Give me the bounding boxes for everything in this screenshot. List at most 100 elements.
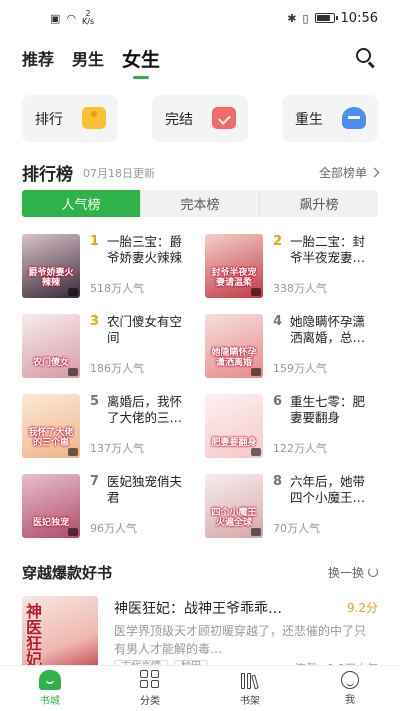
nav-label: 我	[345, 695, 355, 706]
ranking-segments: 人气榜 完本榜 飙升榜	[22, 190, 378, 217]
book-score: 9.2分	[346, 601, 378, 615]
audio-badge-icon	[68, 528, 78, 536]
book-title: 六年后，她带四个小魔王…	[290, 474, 366, 505]
refresh-button[interactable]: 换一换	[328, 564, 378, 581]
rank-number: 8	[273, 474, 283, 489]
nav-me[interactable]: 我	[300, 666, 400, 711]
nav-bookshelf[interactable]: 书架	[200, 666, 300, 711]
audio-badge-icon	[251, 528, 261, 536]
book-title: 农门傻女有空间	[107, 314, 183, 345]
ranking-book-item[interactable]: 爵爷娇妻火辣辣 1 一胎三宝：爵爷娇妻火辣辣 518万人气	[22, 234, 197, 298]
chevron-right-icon	[369, 167, 380, 177]
nav-label: 分类	[140, 696, 160, 707]
tab-female[interactable]: 女生	[122, 45, 160, 79]
section-title: 穿越爆款好书	[22, 563, 113, 582]
nav-category[interactable]: 分类	[100, 666, 200, 711]
home-icon	[39, 670, 61, 690]
completed-icon	[212, 107, 236, 129]
ranking-book-item[interactable]: 她隐瞒怀孕潇洒离婚 4 她隐瞒怀孕潇洒离婚，总… 159万人气	[205, 314, 380, 378]
book-cover: 四个小魔王火遍全球	[205, 474, 263, 538]
all-rankings-link[interactable]: 全部榜单	[318, 164, 380, 181]
tab-male[interactable]: 男生	[72, 46, 104, 70]
ranking-book-item[interactable]: 我怀了大佬的三个崽 5 离婚后，我怀了大佬的三… 137万人气	[22, 394, 197, 458]
reborn-icon	[342, 107, 366, 129]
ranking-book-item[interactable]: 医妃独宠 7 医妃独宠俏夫君 96万人气	[22, 474, 197, 538]
quick-entry-label: 完结	[165, 111, 193, 128]
update-date: 07月18日更新	[83, 167, 155, 180]
book-cover: 我怀了大佬的三个崽	[22, 394, 80, 458]
cover-title: 医妃独宠	[32, 518, 69, 528]
ranking-book-item[interactable]: 四个小魔王火遍全球 8 六年后，她带四个小魔王… 70万人气	[205, 474, 380, 538]
section-title: 排行榜	[22, 164, 73, 185]
channel-tabs: 推荐 男生 女生	[22, 42, 378, 79]
rank-number: 6	[273, 394, 283, 409]
clock: 10:56	[340, 10, 378, 26]
ranking-book-item[interactable]: 肥妻要翻身 6 重生七零：肥妻要翻身 122万人气	[205, 394, 380, 458]
search-button[interactable]	[354, 46, 378, 70]
ranking-book-item[interactable]: 农门傻女 3 农门傻女有空间 186万人气	[22, 314, 197, 378]
recommended-book[interactable]: 神医狂妃 神医狂妃：战神王爷乖乖… 9.2分 医学界顶级天才顾初暖穿越了，还悲催…	[22, 596, 378, 676]
rank-number: 2	[273, 234, 283, 249]
nav-label: 书架	[240, 696, 260, 707]
quick-entry-completed[interactable]: 完结	[152, 95, 248, 142]
audio-badge-icon	[68, 288, 78, 296]
rank-number: 3	[90, 314, 100, 329]
book-description: 医学界顶级天才顾初暖穿越了，还悲催的中了只有男人才能解的毒…	[114, 624, 367, 656]
popularity: 159万人气	[273, 362, 327, 375]
book-cover: 她隐瞒怀孕潇洒离婚	[205, 314, 263, 378]
segment-completed[interactable]: 完本榜	[141, 190, 260, 217]
segment-rising[interactable]: 飙升榜	[260, 190, 378, 217]
cover-title: 她隐瞒怀孕潇洒离婚	[211, 348, 257, 368]
tab-label: 男生	[72, 50, 105, 69]
book-cover: 医妃独宠	[22, 474, 80, 538]
popularity: 518万人气	[90, 282, 144, 295]
active-tab-indicator	[133, 75, 150, 79]
popularity: 96万人气	[90, 522, 137, 535]
segment-popular[interactable]: 人气榜	[22, 190, 141, 217]
book-cover: 农门傻女	[22, 314, 80, 378]
cover-title: 爵爷娇妻火辣辣	[28, 268, 74, 288]
bookshelf-icon	[239, 670, 261, 690]
tab-label: 推荐	[22, 50, 55, 69]
book-cover: 爵爷娇妻火辣辣	[22, 234, 80, 298]
book-title: 重生七零：肥妻要翻身	[290, 394, 366, 425]
book-title: 一胎三宝：爵爷娇妻火辣辣	[107, 234, 183, 265]
bookshelf-icon-book	[251, 674, 259, 690]
category-icon-cell	[151, 680, 159, 688]
quick-entry-rank[interactable]: 排行	[22, 95, 118, 142]
nav-label: 书城	[40, 696, 60, 707]
cover-title: 农门傻女	[32, 358, 69, 368]
all-rankings-label: 全部榜单	[318, 165, 367, 180]
profile-icon	[341, 671, 359, 689]
book-title: 神医狂妃：战神王爷乖乖…	[114, 601, 282, 617]
cover-title: 封爷半夜宠妻请温柔	[211, 268, 257, 288]
bluetooth-icon: ✱	[287, 11, 297, 25]
speed-unit: K/s	[82, 17, 95, 26]
sim-icon: ▣	[50, 11, 61, 25]
book-cover: 神医狂妃	[22, 596, 98, 676]
book-cover: 肥妻要翻身	[205, 394, 263, 458]
nav-bookstore[interactable]: 书城	[0, 666, 100, 711]
category-icon	[139, 670, 161, 690]
refresh-icon	[368, 567, 378, 577]
tab-recommend[interactable]: 推荐	[22, 46, 54, 70]
wifi-icon: ◠	[66, 11, 77, 25]
recommend-header: 穿越爆款好书 换一换	[22, 562, 378, 582]
cover-title: 神医狂妃	[26, 602, 43, 669]
rank-number: 5	[90, 394, 100, 409]
rank-number: 7	[90, 474, 100, 489]
status-bar: ▣ ◠ 2 K/s ✱ ▯ 10:56	[0, 0, 400, 36]
popularity: 70万人气	[273, 522, 320, 535]
quick-entry-label: 排行	[35, 111, 63, 128]
category-icon-cell	[140, 670, 148, 678]
audio-badge-icon	[68, 368, 78, 376]
cover-title: 四个小魔王火遍全球	[211, 508, 257, 528]
audio-badge-icon	[251, 448, 261, 456]
quick-entry-label: 重生	[295, 111, 323, 128]
search-icon-handle	[368, 61, 375, 69]
audio-badge-icon	[251, 288, 261, 296]
bookshelf-icon-book	[241, 673, 245, 689]
audio-badge-icon	[251, 368, 261, 376]
quick-entry-reborn[interactable]: 重生	[282, 95, 378, 142]
ranking-book-item[interactable]: 封爷半夜宠妻请温柔 2 一胎二宝：封爷半夜宠妻… 338万人气	[205, 234, 380, 298]
